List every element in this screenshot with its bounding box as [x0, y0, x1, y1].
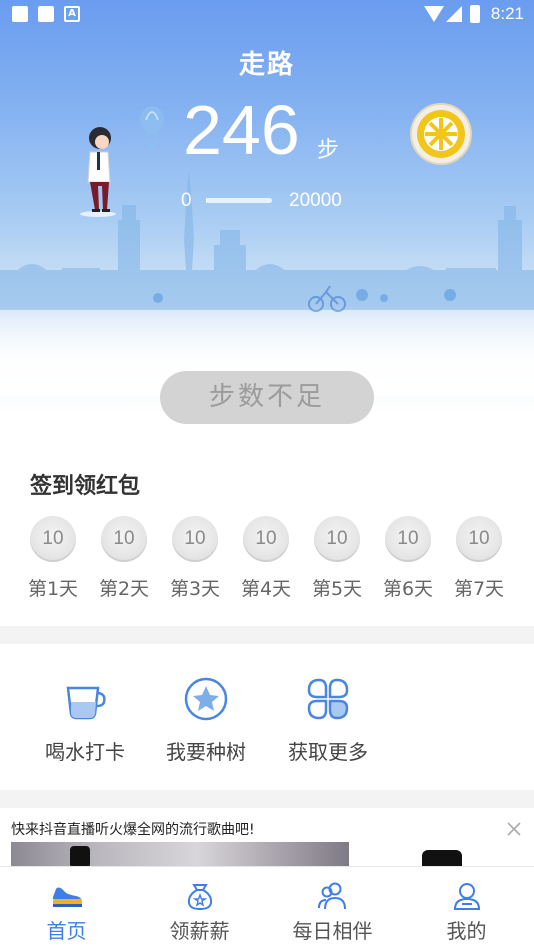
checkin-day[interactable]: 10 第4天	[229, 516, 303, 601]
day-label: 第1天	[27, 578, 79, 600]
tiktok-logo-icon	[422, 850, 462, 866]
step-progress-fill	[206, 198, 207, 203]
reward-coin-icon: 10	[243, 516, 289, 562]
action-get-more[interactable]: 获取更多	[268, 676, 388, 765]
status-bar: A 8:21	[0, 0, 534, 28]
nav-label: 我的	[446, 919, 487, 943]
checkin-day[interactable]: 10 第6天	[371, 516, 445, 601]
wifi-icon	[424, 6, 444, 22]
tiktok-logo-icon	[70, 846, 90, 866]
day-label: 第4天	[240, 578, 292, 600]
ad-text: 快来抖音直播听火爆全网的流行歌曲吧!	[11, 822, 255, 838]
nav-label: 每日相伴	[292, 919, 373, 943]
step-unit: 步	[317, 138, 340, 163]
action-label: 我要种树	[166, 740, 246, 764]
reward-coin-icon: 10	[30, 516, 76, 562]
signal-icon	[446, 6, 462, 22]
checkin-day[interactable]: 10 第3天	[158, 516, 232, 601]
section-divider	[0, 790, 534, 808]
reward-coin-icon: 10	[385, 516, 431, 562]
close-icon[interactable]	[505, 820, 523, 838]
ad-image[interactable]	[11, 842, 349, 866]
checkin-days: 10 第1天 10 第2天 10 第3天 10 第4天 10 第5天 10 第6…	[16, 516, 526, 606]
day-label: 第7天	[453, 578, 505, 600]
checkin-day[interactable]: 10 第5天	[300, 516, 374, 601]
reward-coin-icon: 10	[101, 516, 147, 562]
bottom-nav: 首页 领薪薪 每日相伴 我的	[0, 866, 534, 950]
notification-icon	[38, 6, 54, 22]
money-bag-icon	[187, 884, 212, 911]
step-count: 246	[183, 91, 300, 169]
gold-coin-icon[interactable]	[410, 103, 472, 165]
friends-icon	[317, 882, 346, 910]
day-label: 第5天	[311, 578, 363, 600]
shoe-icon	[52, 887, 82, 907]
checkin-day[interactable]: 10 第2天	[87, 516, 161, 601]
app-notification-icon: A	[64, 6, 80, 22]
action-label: 喝水打卡	[45, 740, 125, 764]
nav-salary[interactable]: 领薪薪	[133, 881, 266, 944]
action-label: 获取更多	[288, 740, 368, 764]
reward-coin-icon: 10	[456, 516, 502, 562]
day-label: 第2天	[98, 578, 150, 600]
battery-icon	[470, 5, 480, 23]
section-divider	[0, 626, 534, 644]
hot-air-balloon-illustration	[140, 106, 164, 150]
reward-coin-icon: 10	[314, 516, 360, 562]
step-progress-bar	[206, 198, 272, 203]
action-drink-water[interactable]: 喝水打卡	[25, 676, 145, 765]
star-icon	[184, 677, 228, 721]
progress-min: 0	[181, 190, 192, 211]
action-plant-tree[interactable]: 我要种树	[146, 676, 266, 765]
notification-icon	[12, 6, 28, 22]
redeem-steps-button[interactable]: 步数不足	[160, 371, 374, 424]
ad-banner[interactable]: 快来抖音直播听火爆全网的流行歌曲吧!	[0, 808, 534, 866]
nav-profile[interactable]: 我的	[400, 881, 533, 944]
progress-max: 20000	[289, 190, 342, 211]
status-time: 8:21	[490, 4, 524, 23]
nav-label: 领薪薪	[169, 919, 230, 943]
day-label: 第6天	[382, 578, 434, 600]
profile-icon	[453, 883, 480, 910]
checkin-day[interactable]: 10 第1天	[16, 516, 90, 601]
checkin-title: 签到领红包	[30, 474, 141, 499]
walking-person-illustration	[80, 127, 116, 217]
cup-icon	[66, 686, 106, 720]
page-title: 走路	[238, 50, 295, 80]
checkin-day[interactable]: 10 第7天	[442, 516, 516, 601]
grid-icon	[307, 678, 349, 720]
nav-home[interactable]: 首页	[0, 881, 133, 944]
nav-label: 首页	[46, 919, 87, 943]
reward-coin-icon: 10	[172, 516, 218, 562]
nav-daily-companion[interactable]: 每日相伴	[266, 881, 399, 944]
day-label: 第3天	[169, 578, 221, 600]
